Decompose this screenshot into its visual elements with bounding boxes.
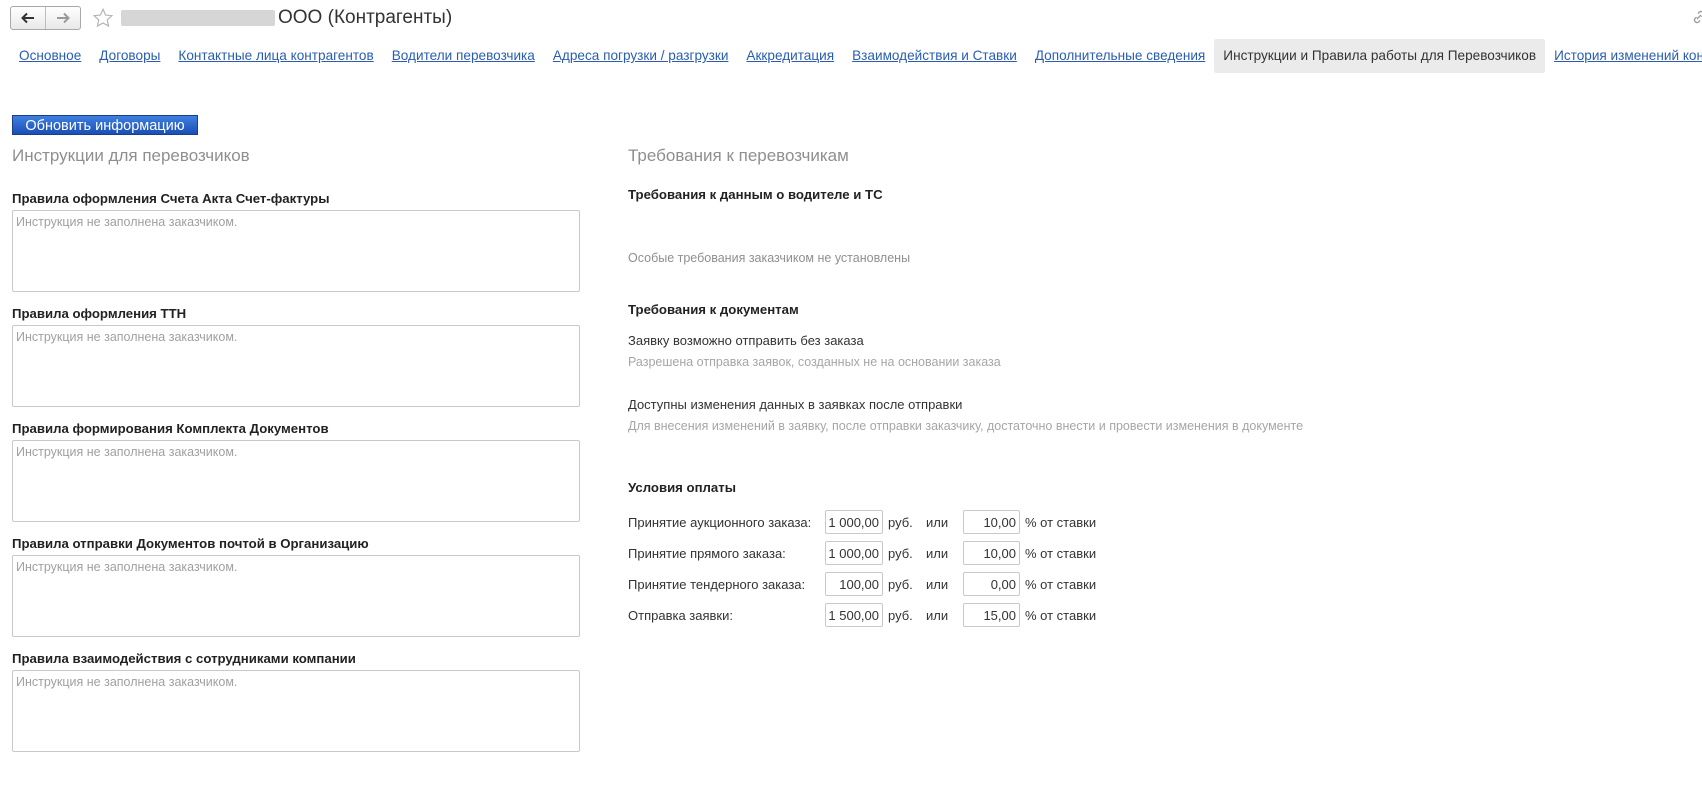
percent-label: % от ставки (1025, 608, 1097, 623)
percent-label: % от ставки (1025, 577, 1097, 592)
payment-row-label: Принятие прямого заказа: (628, 546, 786, 561)
back-button[interactable] (11, 7, 45, 29)
tab-dogovory[interactable]: Договоры (90, 39, 169, 73)
refresh-info-button[interactable]: Обновить информацию (12, 115, 198, 135)
payment-percent-field[interactable]: 15,00 (963, 603, 1020, 627)
instruction-label: Правила оформления Счета Акта Счет-факту… (12, 191, 330, 206)
payment-heading: Условия оплаты (628, 480, 736, 495)
currency-label: руб. (888, 515, 913, 530)
tab-additional-info[interactable]: Дополнительные сведения (1026, 39, 1214, 73)
tab-accreditation[interactable]: Аккредитация (737, 39, 843, 73)
top-bar: ООО (Контрагенты) (10, 4, 452, 32)
redacted-name (121, 10, 275, 26)
instruction-textarea[interactable]: Инструкция не заполнена заказчиком. (12, 555, 580, 637)
percent-label: % от ставки (1025, 546, 1097, 561)
payment-percent-field[interactable]: 0,00 (963, 572, 1020, 596)
instruction-textarea[interactable]: Инструкция не заполнена заказчиком. (12, 210, 580, 292)
driver-requirements-text: Особые требования заказчиком не установл… (628, 251, 911, 265)
arrow-left-icon (21, 12, 34, 24)
docs-requirement-title: Заявку возможно отправить без заказа (628, 333, 864, 348)
payment-percent-field[interactable]: 10,00 (963, 541, 1020, 565)
tab-contacts[interactable]: Контактные лица контрагентов (169, 39, 382, 73)
docs-requirement-desc: Для внесения изменений в заявку, после о… (628, 419, 1304, 433)
payment-amount-field[interactable]: 1 000,00 (825, 541, 883, 565)
requirements-title: Требования к перевозчикам (628, 146, 849, 165)
payment-row: Отправка заявки: 1 500,00 руб. или 15,00… (628, 603, 1228, 629)
payment-row: Принятие прямого заказа: 1 000,00 руб. и… (628, 541, 1228, 567)
currency-label: руб. (888, 608, 913, 623)
tab-addresses[interactable]: Адреса погрузки / разгрузки (544, 39, 738, 73)
star-icon (92, 7, 114, 28)
instruction-textarea[interactable]: Инструкция не заполнена заказчиком. (12, 440, 580, 522)
tab-drivers[interactable]: Водители перевозчика (383, 39, 544, 73)
docs-requirement-desc: Разрешена отправка заявок, созданных не … (628, 355, 1001, 369)
or-label: или (926, 608, 949, 623)
or-label: или (926, 515, 949, 530)
driver-requirements-heading: Требования к данным о водителе и ТС (628, 187, 883, 202)
instruction-label: Правила оформления ТТН (12, 306, 187, 321)
instruction-textarea[interactable]: Инструкция не заполнена заказчиком. (12, 325, 580, 407)
navigation-buttons (10, 6, 81, 30)
forward-button[interactable] (45, 7, 80, 29)
payment-row-label: Принятие тендерного заказа: (628, 577, 806, 592)
tab-osnovnoe[interactable]: Основное (10, 39, 90, 73)
docs-requirements-heading: Требования к документам (628, 302, 799, 317)
payment-row-label: Отправка заявки: (628, 608, 733, 623)
percent-label: % от ставки (1025, 515, 1097, 530)
or-label: или (926, 546, 949, 561)
link-button[interactable] (1692, 10, 1702, 27)
payment-row: Принятие тендерного заказа: 100,00 руб. … (628, 572, 1228, 598)
instruction-label: Правила формирования Комплекта Документо… (12, 421, 329, 436)
payment-amount-field[interactable]: 1 000,00 (825, 510, 883, 534)
or-label: или (926, 577, 949, 592)
payment-row: Принятие аукционного заказа: 1 000,00 ру… (628, 510, 1228, 536)
instruction-textarea[interactable]: Инструкция не заполнена заказчиком. (12, 670, 580, 752)
payment-amount-field[interactable]: 1 500,00 (825, 603, 883, 627)
instruction-label: Правила взаимодействия с сотрудниками ко… (12, 651, 356, 666)
tab-instructions[interactable]: Инструкции и Правила работы для Перевозч… (1214, 39, 1546, 73)
arrow-right-icon (57, 12, 70, 24)
tab-interactions[interactable]: Взаимодействия и Ставки (843, 39, 1026, 73)
payment-percent-field[interactable]: 10,00 (963, 510, 1020, 534)
favorite-button[interactable] (91, 6, 115, 30)
tab-history[interactable]: История изменений контрагента (1545, 39, 1702, 73)
docs-requirement-title: Доступны изменения данных в заявках посл… (628, 397, 963, 412)
payment-row-label: Принятие аукционного заказа: (628, 515, 812, 530)
instruction-label: Правила отправки Документов почтой в Орг… (12, 536, 369, 551)
payment-amount-field[interactable]: 100,00 (825, 572, 883, 596)
page-title: ООО (Контрагенты) (278, 7, 453, 28)
currency-label: руб. (888, 577, 913, 592)
tab-bar: Основное Договоры Контактные лица контра… (10, 39, 1702, 73)
link-icon (1693, 10, 1702, 24)
instructions-title: Инструкции для перевозчиков (12, 146, 250, 165)
currency-label: руб. (888, 546, 913, 561)
